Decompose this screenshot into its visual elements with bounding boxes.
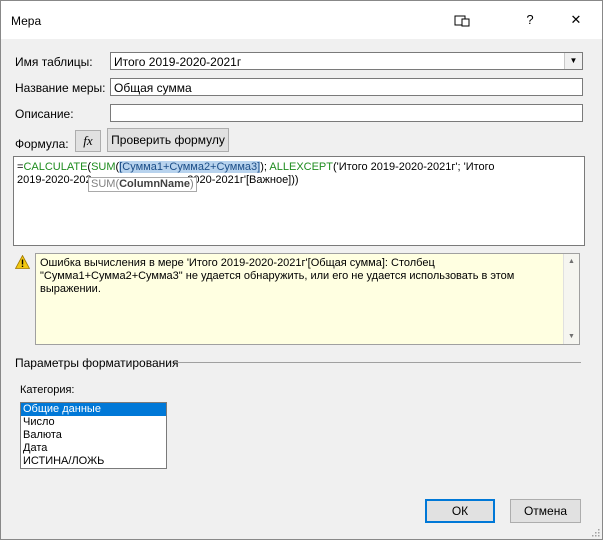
ok-button[interactable]: ОК xyxy=(425,499,495,523)
formula-line2-start: 2019-2020-202 xyxy=(17,174,92,186)
category-item[interactable]: Дата xyxy=(21,442,166,455)
formula-line2-end: -2020-2021г'[Важное])) xyxy=(183,174,299,186)
category-item[interactable]: Общие данные xyxy=(21,403,166,416)
check-formula-button[interactable]: Проверить формулу xyxy=(107,128,229,152)
formula-allexcept-args: ('Итого 2019-2020-2021г'; 'Итого xyxy=(333,161,495,173)
warning-icon xyxy=(15,255,30,269)
formatting-group-label: Параметры форматирования xyxy=(15,356,179,370)
function-tooltip: SUM(ColumnName) xyxy=(88,177,197,192)
scroll-down-icon[interactable]: ▼ xyxy=(564,329,579,344)
tooltip-param: ColumnName xyxy=(119,178,191,190)
description-input[interactable] xyxy=(110,104,583,122)
category-item[interactable]: Валюта xyxy=(21,429,166,442)
error-message-box: Ошибка вычисления в мере 'Итого 2019-202… xyxy=(35,253,580,345)
tooltip-fn: SUM( xyxy=(91,178,120,190)
scroll-up-icon[interactable]: ▲ xyxy=(564,254,579,269)
table-name-value: Итого 2019-2020-2021г xyxy=(114,55,242,69)
chevron-down-icon[interactable]: ▼ xyxy=(564,53,582,69)
measure-name-label: Название меры: xyxy=(15,81,106,95)
fx-icon: fx xyxy=(83,133,93,148)
insert-function-button[interactable]: fx xyxy=(75,130,101,152)
description-label: Описание: xyxy=(15,107,74,121)
error-scrollbar[interactable]: ▲ ▼ xyxy=(563,254,579,344)
formula-line-1: =CALCULATE(SUM([Сумма1+Сумма2+Сумма3]); … xyxy=(17,161,581,174)
formula-fn-calculate: CALCULATE xyxy=(23,161,88,173)
formula-fn-allexcept: ALLEXCEPT xyxy=(269,161,333,173)
formatting-divider xyxy=(174,362,581,363)
category-label: Категория: xyxy=(20,384,75,396)
cancel-button[interactable]: Отмена xyxy=(510,499,581,523)
title-bar: Мера ? ✕ xyxy=(1,1,602,39)
measure-name-input[interactable]: Общая сумма xyxy=(110,78,583,96)
formula-label: Формула: xyxy=(15,137,69,151)
resize-grip-icon[interactable] xyxy=(590,527,600,537)
error-area: Ошибка вычисления в мере 'Итого 2019-202… xyxy=(13,250,585,348)
measure-dialog: Мера ? ✕ Имя таблицы: Итого 2019-2020-20… xyxy=(0,0,603,540)
close-button[interactable]: ✕ xyxy=(553,1,599,39)
formula-selected-arg: [Сумма1+Сумма2+Сумма3] xyxy=(119,161,261,173)
help-button[interactable]: ? xyxy=(507,1,553,39)
category-item[interactable]: Число xyxy=(21,416,166,429)
category-listbox[interactable]: Общие данные Число Валюта Дата ИСТИНА/ЛО… xyxy=(20,402,167,469)
category-item[interactable]: ИСТИНА/ЛОЖЬ xyxy=(21,455,166,468)
tooltip-close: ) xyxy=(190,178,194,190)
formula-editor[interactable]: =CALCULATE(SUM([Сумма1+Сумма2+Сумма3]); … xyxy=(13,156,585,246)
error-text: Ошибка вычисления в мере 'Итого 2019-202… xyxy=(40,257,515,295)
window-mode-icon[interactable] xyxy=(439,1,485,39)
table-name-label: Имя таблицы: xyxy=(15,55,93,69)
window-title: Мера xyxy=(11,14,42,28)
measure-name-value: Общая сумма xyxy=(114,81,192,95)
formula-fn-sum: SUM xyxy=(91,161,116,173)
table-name-combobox[interactable]: Итого 2019-2020-2021г ▼ xyxy=(110,52,583,70)
